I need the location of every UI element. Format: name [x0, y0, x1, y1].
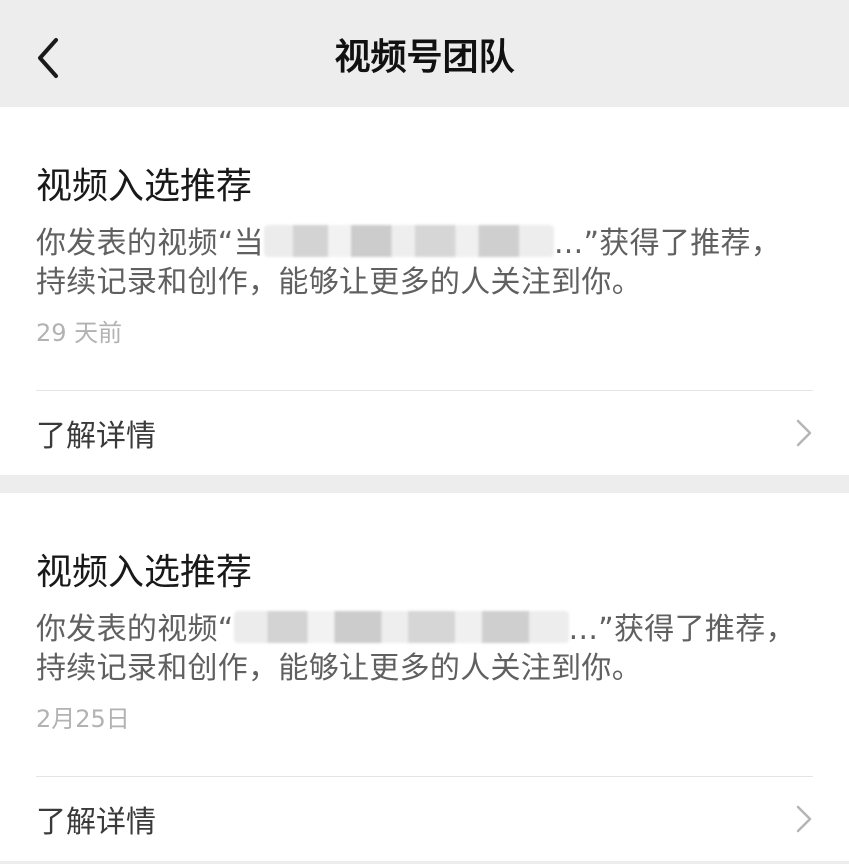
- card-body: 你发表的视频“当 ...”获得了推荐， 持续记录和创作，能够让更多的人关注到你。: [36, 224, 813, 302]
- learn-more-label: 了解详情: [36, 419, 156, 454]
- body-line2: 持续记录和创作，能够让更多的人关注到你。: [36, 265, 642, 300]
- redacted-video-title: [233, 611, 569, 643]
- body-prefix: 你发表的视频“当: [36, 226, 264, 261]
- notification-card: 视频入选推荐 你发表的视频“ ...”获得了推荐， 持续记录和创作，能够让更多的人…: [0, 493, 849, 861]
- learn-more-label: 了解详情: [36, 805, 156, 840]
- page-title: 视频号团队: [334, 37, 515, 78]
- card-title: 视频入选推荐: [36, 166, 253, 207]
- learn-more-row[interactable]: 了解详情: [36, 391, 813, 475]
- body-suffix: ...”获得了推荐，: [553, 226, 782, 261]
- body-suffix: ...”获得了推荐，: [568, 612, 796, 647]
- chevron-right-icon: [795, 418, 813, 448]
- card-body: 你发表的视频“ ...”获得了推荐， 持续记录和创作，能够让更多的人关注到你。: [36, 610, 813, 688]
- card-title: 视频入选推荐: [36, 552, 253, 593]
- notification-card: 视频入选推荐 你发表的视频“当 ...”获得了推荐， 持续记录和创作，能够让更多的…: [0, 107, 849, 475]
- body-prefix: 你发表的视频“: [36, 612, 234, 647]
- body-line2: 持续记录和创作，能够让更多的人关注到你。: [36, 651, 642, 686]
- card-timestamp: 2月25日: [36, 705, 130, 733]
- learn-more-row[interactable]: 了解详情: [36, 777, 813, 861]
- redacted-video-title: [263, 225, 554, 257]
- chevron-right-icon: [795, 804, 813, 834]
- nav-bar: 视频号团队: [0, 0, 849, 107]
- card-timestamp: 29 天前: [36, 319, 123, 347]
